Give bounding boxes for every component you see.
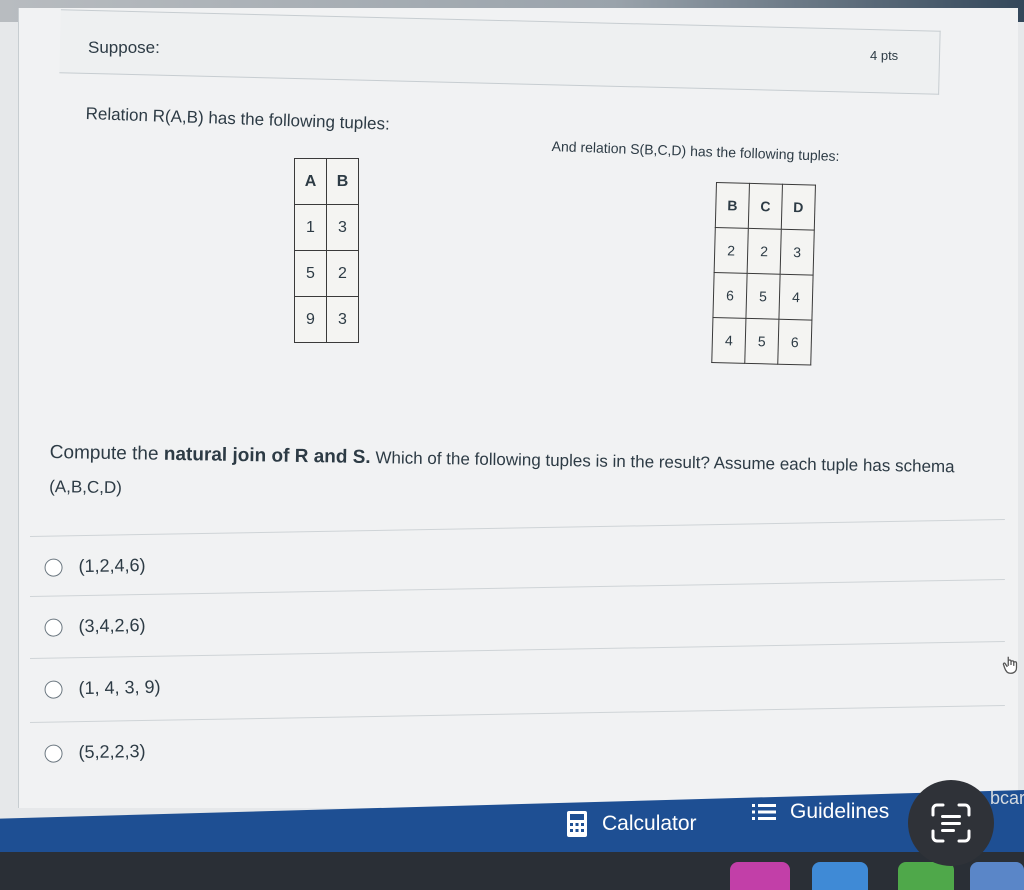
dock-app-icon[interactable]	[812, 862, 868, 890]
table-cell: 2	[714, 227, 749, 274]
prompt-bold: natural join of R and S.	[163, 443, 371, 469]
radio-empty-icon[interactable]	[44, 558, 63, 577]
answer-label: (3,4,2,6)	[78, 614, 146, 637]
prompt-prefix: Compute the	[49, 441, 164, 465]
r-header-b: B	[326, 158, 359, 205]
table-cell: 9	[294, 296, 327, 343]
r-header-a: A	[294, 158, 327, 205]
question-heading: Suppose:	[88, 38, 160, 57]
desktop-dock	[0, 852, 1024, 890]
calculator-icon	[567, 811, 587, 837]
dock-app-icon[interactable]	[970, 862, 1024, 890]
s-header-c: C	[748, 183, 783, 230]
table-cell: 6	[712, 272, 748, 319]
points-label: 4 pts	[870, 48, 899, 63]
hand-cursor-icon	[1002, 656, 1018, 674]
s-header-b: B	[715, 182, 750, 229]
table-cell: 2	[326, 250, 359, 297]
edge-text: bcar	[990, 788, 1024, 808]
table-cell: 4	[711, 317, 746, 364]
guidelines-label: Guidelines	[790, 800, 890, 823]
answer-label: (1, 4, 3, 9)	[78, 676, 161, 699]
relation-r-table: A B 1 3 5 2 9 3	[294, 158, 359, 343]
guidelines-button[interactable]: Guidelines	[752, 792, 889, 832]
answer-label: (1,2,4,6)	[78, 554, 146, 577]
table-cell: 3	[326, 296, 359, 343]
calculator-button[interactable]: Calculator	[566, 804, 697, 844]
table-cell: 5	[744, 318, 779, 365]
calculator-label: Calculator	[602, 812, 697, 835]
s-header-d: D	[781, 184, 816, 231]
table-row: 4 5 6	[711, 317, 812, 366]
table-cell: 1	[294, 204, 327, 251]
radio-empty-icon[interactable]	[44, 744, 63, 763]
table-cell: 3	[780, 229, 815, 276]
lens-scan-icon	[931, 803, 971, 843]
dock-app-icon[interactable]	[898, 862, 954, 890]
radio-empty-icon[interactable]	[44, 618, 63, 637]
table-cell: 5	[745, 273, 781, 320]
list-icon	[752, 804, 776, 820]
table-row: 2 2 3	[714, 227, 815, 276]
relation-s-table: B C D 2 2 3 6 5 4 4 5 6	[711, 182, 816, 366]
dock-app-icon[interactable]	[730, 862, 790, 890]
table-cell: 5	[294, 250, 327, 297]
table-cell: 6	[777, 319, 812, 366]
table-row: 9 3	[294, 296, 359, 343]
answer-label: (5,2,2,3)	[78, 740, 146, 763]
table-row: 1 3	[294, 204, 359, 251]
table-cell: 4	[778, 274, 814, 321]
table-cell: 3	[326, 204, 359, 251]
table-row: 6 5 4	[712, 272, 814, 321]
table-row: 5 2	[294, 250, 359, 297]
table-cell: 2	[747, 228, 782, 275]
radio-empty-icon[interactable]	[44, 680, 63, 699]
lens-scan-button[interactable]	[908, 780, 994, 866]
